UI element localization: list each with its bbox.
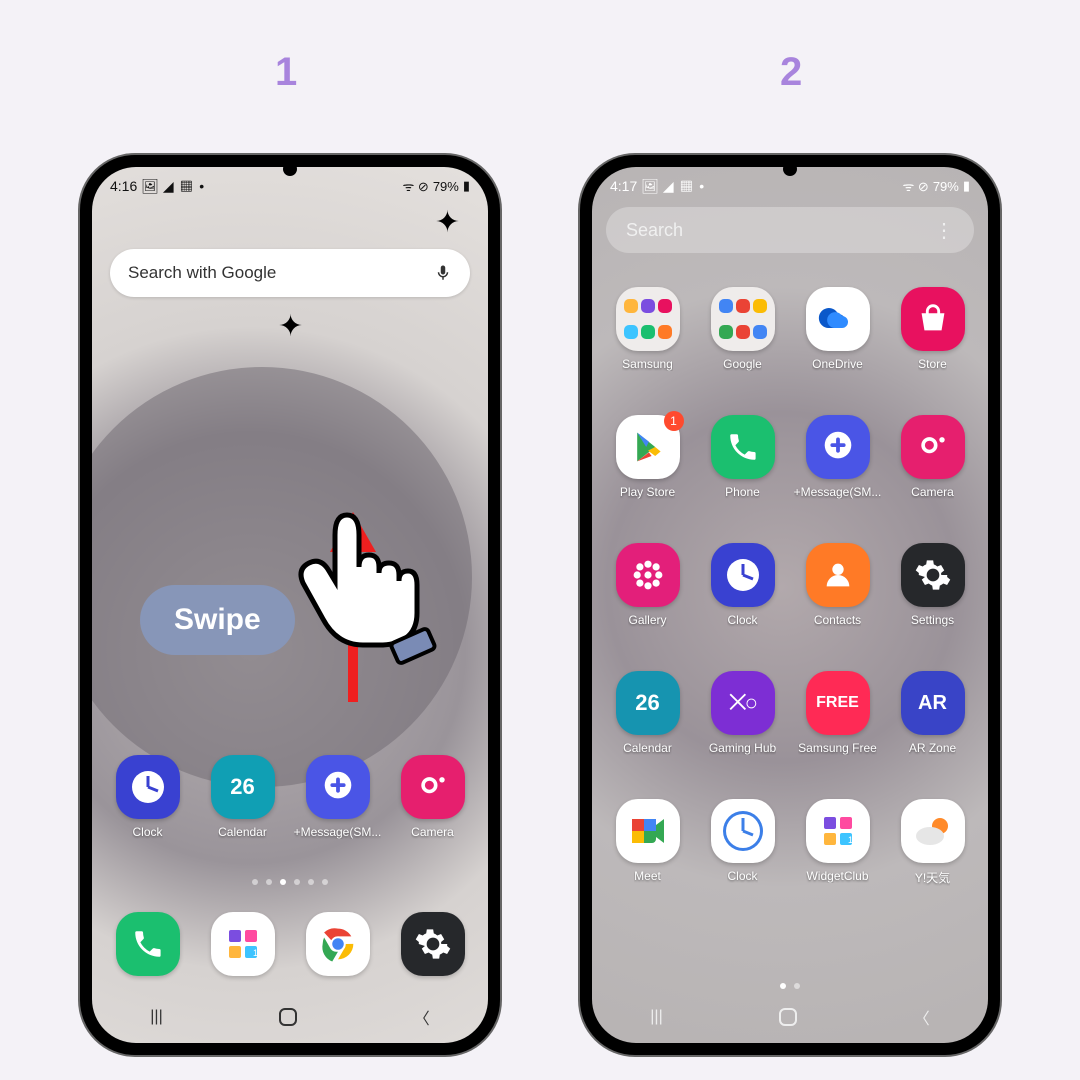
- app-calendar[interactable]: 26Calendar: [606, 671, 690, 755]
- app-clock[interactable]: Clock: [701, 543, 785, 627]
- app-play-store[interactable]: 1Play Store: [606, 415, 690, 499]
- app-grid: Samsung Google OneDrive Store 1Play Stor…: [592, 277, 988, 973]
- drawer-search-bar[interactable]: Search ⋮: [606, 207, 974, 253]
- app-store[interactable]: Store: [891, 287, 975, 371]
- app-widgetclub[interactable]: 15WidgetClub: [796, 799, 880, 886]
- nav-back[interactable]: 〈: [914, 1005, 930, 1029]
- status-battery: 79%: [933, 179, 959, 194]
- sparkle-icon: ✦: [435, 205, 460, 240]
- app-clock-alt[interactable]: Clock: [701, 799, 785, 886]
- svg-text:15: 15: [253, 948, 263, 958]
- folder-google[interactable]: Google: [701, 287, 785, 371]
- nav-home[interactable]: [779, 1008, 797, 1026]
- app-settings[interactable]: [391, 912, 475, 976]
- folder-samsung[interactable]: Samsung: [606, 287, 690, 371]
- app-clock[interactable]: Clock: [106, 755, 190, 839]
- status-time: 4:16: [110, 178, 137, 194]
- app-phone[interactable]: [106, 912, 190, 976]
- search-placeholder: Search with Google: [128, 263, 434, 283]
- nav-bar: ||| 〈: [592, 997, 988, 1037]
- camera-notch: [783, 162, 797, 176]
- notification-badge: 1: [664, 411, 684, 431]
- mic-icon[interactable]: [434, 264, 452, 282]
- google-search-bar[interactable]: Search with Google: [110, 249, 470, 297]
- app-message[interactable]: +Message(SM...: [796, 415, 880, 499]
- status-battery: 79%: [433, 179, 459, 194]
- app-chrome[interactable]: [296, 912, 380, 976]
- app-onedrive[interactable]: OneDrive: [796, 287, 880, 371]
- nav-bar: ||| 〈: [92, 997, 488, 1037]
- app-ar-zone[interactable]: ARAR Zone: [891, 671, 975, 755]
- step-label-2: 2: [780, 50, 802, 95]
- app-camera[interactable]: Camera: [391, 755, 475, 839]
- hand-pointer-icon: [275, 495, 445, 665]
- app-settings[interactable]: Settings: [891, 543, 975, 627]
- page-indicator: [592, 983, 988, 989]
- sparkle-icon: ✦: [278, 309, 303, 344]
- nav-recent[interactable]: |||: [650, 1008, 662, 1026]
- home-app-row: Clock 26 Calendar +Message(SM... Camera: [92, 755, 488, 839]
- svg-text:15: 15: [848, 835, 858, 845]
- nav-home[interactable]: [279, 1008, 297, 1026]
- app-phone[interactable]: Phone: [701, 415, 785, 499]
- app-widgetclub[interactable]: 15: [201, 912, 285, 976]
- app-drawer-screen[interactable]: 4:17 🖼 ◢ ◼ • ᯤ ⊘ 79%▮ Search ⋮ Samsung G…: [592, 167, 988, 1043]
- app-calendar[interactable]: 26 Calendar: [201, 755, 285, 839]
- app-meet[interactable]: Meet: [606, 799, 690, 886]
- app-weather[interactable]: Y!天気: [891, 799, 975, 886]
- app-contacts[interactable]: Contacts: [796, 543, 880, 627]
- favorites-dock: 15: [92, 912, 488, 976]
- app-gallery[interactable]: Gallery: [606, 543, 690, 627]
- camera-notch: [283, 162, 297, 176]
- swipe-label: Swipe: [140, 585, 295, 655]
- phone-frame-2: 4:17 🖼 ◢ ◼ • ᯤ ⊘ 79%▮ Search ⋮ Samsung G…: [580, 155, 1000, 1055]
- app-camera[interactable]: Camera: [891, 415, 975, 499]
- step-label-1: 1: [275, 50, 297, 95]
- nav-back[interactable]: 〈: [414, 1005, 430, 1029]
- status-time: 4:17: [610, 178, 637, 194]
- more-icon[interactable]: ⋮: [934, 218, 954, 243]
- page-indicator: [92, 879, 488, 885]
- app-gaming-hub[interactable]: ⨉○Gaming Hub: [701, 671, 785, 755]
- nav-recent[interactable]: |||: [150, 1008, 162, 1026]
- search-placeholder: Search: [626, 220, 683, 241]
- app-samsung-free[interactable]: FREESamsung Free: [796, 671, 880, 755]
- app-message[interactable]: +Message(SM...: [296, 755, 380, 839]
